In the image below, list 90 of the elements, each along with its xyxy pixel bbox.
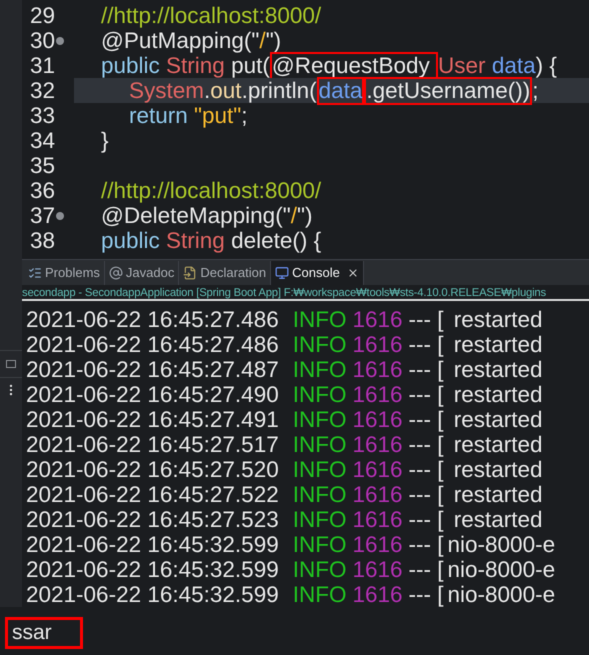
at-sign-icon — [108, 266, 123, 280]
log-thread: restarted — [452, 382, 543, 408]
log-separator: --- [ — [408, 506, 444, 532]
launch-path: secondapp - SecondappApplication [Spring Boot App] F:₩workspace₩tools₩sts-4.10.0.RELEASE₩plugins — [22, 287, 546, 299]
view-tab[interactable]: Problems — [24, 261, 105, 285]
line-number: 36 — [30, 178, 56, 203]
log-level: INFO — [292, 456, 346, 482]
log-separator: --- [ — [408, 456, 444, 482]
log-level: INFO — [292, 356, 346, 382]
log-thread: nio-8000-e — [448, 582, 556, 608]
log-thread: restarted — [452, 356, 543, 382]
log-pid: 1616 — [352, 356, 403, 382]
log-pid: 1616 — [352, 582, 403, 608]
log-level: INFO — [292, 582, 346, 608]
log-thread: restarted — [452, 406, 543, 432]
log-pid: 1616 — [352, 506, 403, 532]
log-timestamp: 2021-06-22 16:45:32.599 — [26, 532, 279, 558]
log-thread: restarted — [452, 332, 543, 358]
log-separator: --- [ — [408, 582, 444, 608]
log-thread: restarted — [452, 432, 543, 458]
log-pid: 1616 — [352, 456, 403, 482]
panel-icon[interactable] — [6, 360, 16, 368]
log-pid: 1616 — [352, 306, 403, 332]
log-thread: restarted — [452, 506, 543, 532]
code-line: @PutMapping("/") — [101, 28, 282, 52]
log-timestamp: 2021-06-22 16:45:27.487 — [26, 356, 279, 382]
log-thread: restarted — [452, 456, 543, 482]
code-line: return "put"; — [129, 104, 248, 128]
monitor-icon — [275, 266, 290, 280]
line-number: 35 — [30, 153, 56, 178]
task-list-icon — [28, 266, 42, 280]
log-level: INFO — [292, 406, 346, 432]
log-pid: 1616 — [352, 482, 403, 508]
log-separator: --- [ — [408, 382, 444, 408]
fold-icon[interactable] — [56, 212, 64, 220]
log-timestamp: 2021-06-22 16:45:27.522 — [26, 482, 279, 508]
code-line: } — [101, 128, 109, 152]
line-number: 29 — [30, 3, 56, 28]
log-timestamp: 2021-06-22 16:45:27.523 — [26, 506, 279, 532]
log-pid: 1616 — [352, 432, 403, 458]
log-thread: restarted — [452, 306, 543, 332]
log-level: INFO — [292, 506, 346, 532]
log-timestamp: 2021-06-22 16:45:27.486 — [26, 306, 279, 332]
line-number: 38 — [30, 228, 56, 253]
code-line: //http://localhost:8000/ — [101, 178, 322, 202]
view-tab[interactable]: Console — [271, 261, 364, 285]
log-pid: 1616 — [352, 556, 403, 582]
log-thread: nio-8000-e — [448, 556, 556, 582]
log-thread: nio-8000-e — [448, 532, 556, 558]
log-timestamp: 2021-06-22 16:45:27.491 — [26, 406, 279, 432]
log-pid: 1616 — [352, 382, 403, 408]
log-separator: --- [ — [408, 356, 444, 382]
line-number: 32 — [30, 78, 56, 103]
log-level: INFO — [292, 332, 346, 358]
log-separator: --- [ — [408, 406, 444, 432]
log-separator: --- [ — [408, 432, 444, 458]
log-separator: --- [ — [408, 556, 444, 582]
log-separator: --- [ — [408, 332, 444, 358]
log-level: INFO — [292, 482, 346, 508]
log-level: INFO — [292, 532, 346, 558]
line-number: 37 — [30, 203, 56, 228]
log-level: INFO — [292, 432, 346, 458]
line-number: 31 — [30, 53, 56, 78]
line-number: 33 — [30, 103, 56, 128]
log-pid: 1616 — [352, 532, 403, 558]
console-output: ssar — [5, 617, 83, 649]
log-timestamp: 2021-06-22 16:45:27.490 — [26, 382, 279, 408]
log-thread: restarted — [452, 482, 543, 508]
line-number: 30 — [30, 28, 56, 53]
log-timestamp: 2021-06-22 16:45:27.486 — [26, 332, 279, 358]
log-separator: --- [ — [408, 532, 444, 558]
code-line: public String delete() { — [101, 228, 322, 252]
fold-icon[interactable] — [56, 36, 64, 44]
code-line: @DeleteMapping("/") — [101, 204, 312, 228]
log-timestamp: 2021-06-22 16:45:27.517 — [26, 432, 279, 458]
log-separator: --- [ — [408, 482, 444, 508]
line-number: 34 — [30, 128, 56, 153]
log-separator: --- [ — [408, 306, 444, 332]
log-timestamp: 2021-06-22 16:45:32.599 — [26, 556, 279, 582]
code-line: //http://localhost:8000/ — [101, 4, 322, 28]
log-pid: 1616 — [352, 406, 403, 432]
document-arrow-icon — [183, 266, 198, 280]
log-level: INFO — [292, 306, 346, 332]
close-icon[interactable] — [346, 267, 359, 279]
log-timestamp: 2021-06-22 16:45:27.520 — [26, 456, 279, 482]
log-level: INFO — [292, 382, 346, 408]
log-level: INFO — [292, 556, 346, 582]
view-tab[interactable]: Javadoc — [104, 261, 180, 285]
log-timestamp: 2021-06-22 16:45:32.599 — [26, 582, 279, 608]
log-pid: 1616 — [352, 332, 403, 358]
